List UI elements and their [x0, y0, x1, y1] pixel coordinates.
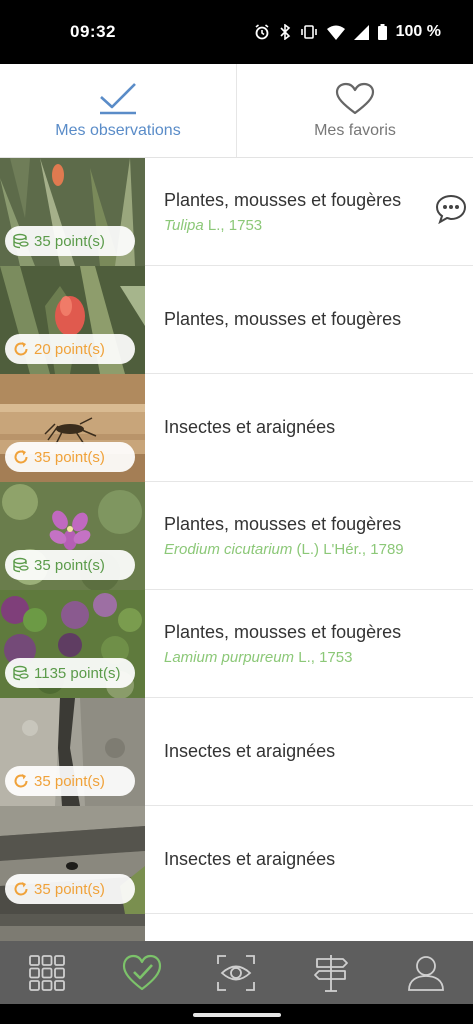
observation-species: Erodium cicutarium (L.) L'Hér., 1789 — [164, 541, 473, 558]
points-value: 35 point(s) — [34, 448, 105, 466]
list-item[interactable]: 35 point(s) Plantes, mousses et fougères… — [0, 158, 473, 266]
observation-group: Insectes et araignées — [164, 417, 336, 437]
observation-photo: 35 point(s) — [0, 806, 145, 914]
refresh-icon — [14, 774, 28, 788]
tab-my-observations[interactable]: Mes observations — [0, 64, 236, 157]
heart-icon — [335, 82, 375, 114]
observation-list[interactable]: 35 point(s) Plantes, mousses et fougères… — [0, 158, 473, 941]
species-name: Lamium purpureum — [164, 648, 295, 666]
observation-group: Plantes, mousses et fougères — [164, 309, 402, 329]
points-badge: 35 point(s) — [5, 226, 135, 256]
list-item[interactable]: 35 point(s) Insectes et araignées — [0, 698, 473, 806]
refresh-icon — [14, 342, 28, 356]
points-badge: 35 point(s) — [5, 766, 135, 796]
signpost-icon — [314, 954, 348, 992]
battery-icon — [377, 24, 387, 40]
points-value: 1135 point(s) — [34, 664, 121, 682]
points-badge: 1135 point(s) — [5, 658, 135, 688]
observation-group: Plantes, mousses et fougères — [164, 621, 402, 642]
species-author: L., 1753 — [203, 216, 263, 234]
alarm-icon — [255, 24, 269, 40]
points-value: 35 point(s) — [34, 232, 105, 250]
list-item[interactable] — [0, 914, 473, 941]
points-value: 35 point(s) — [34, 772, 105, 790]
checkmark-icon — [100, 82, 136, 114]
points-value: 35 point(s) — [34, 880, 105, 898]
heart-check-icon — [122, 954, 161, 990]
points-value: 35 point(s) — [34, 556, 105, 574]
observation-info — [145, 914, 473, 941]
species-author: (L.) L'Hér., 1789 — [292, 540, 404, 558]
points-value: 20 point(s) — [34, 340, 105, 358]
status-bar: 09:32 100 % — [0, 0, 473, 64]
refresh-icon — [14, 882, 28, 896]
tab-label: Mes observations — [55, 121, 181, 139]
coins-icon — [13, 665, 29, 681]
nav-grid[interactable] — [17, 943, 77, 1003]
bluetooth-icon — [280, 24, 290, 40]
tab-my-favorites[interactable]: Mes favoris — [236, 64, 473, 157]
grid-icon — [29, 954, 66, 991]
list-item[interactable]: 20 point(s) Plantes, mousses et fougères — [0, 266, 473, 374]
status-icons: 100 % — [254, 23, 441, 41]
observation-info: Plantes, mousses et fougères Tulipa L., … — [145, 158, 473, 265]
list-item[interactable]: 35 point(s) Plantes, mousses et fougères… — [0, 482, 473, 590]
points-badge: 35 point(s) — [5, 442, 135, 472]
observation-photo: 1135 point(s) — [0, 590, 145, 698]
wifi-icon — [326, 25, 345, 40]
observation-info: Plantes, mousses et fougères — [145, 266, 473, 373]
vibrate-icon — [300, 25, 317, 39]
observation-group: Plantes, mousses et fougères — [164, 189, 402, 210]
observation-species: Lamium purpureum L., 1753 — [164, 649, 473, 666]
observation-info: Plantes, mousses et fougères Lamium purp… — [145, 590, 473, 697]
status-time: 09:32 — [70, 22, 116, 41]
tab-label: Mes favoris — [314, 121, 396, 139]
coins-icon — [13, 233, 29, 249]
list-item[interactable]: 35 point(s) Insectes et araignées — [0, 374, 473, 482]
nav-profile[interactable] — [396, 943, 456, 1003]
observation-photo: 35 point(s) — [0, 482, 145, 590]
home-indicator[interactable] — [193, 1013, 281, 1017]
comment-icon[interactable] — [435, 194, 467, 224]
nav-guide[interactable] — [301, 943, 361, 1003]
observation-group: Plantes, mousses et fougères — [164, 513, 402, 534]
observation-info: Insectes et araignées — [145, 698, 473, 805]
observation-group: Insectes et araignées — [164, 741, 336, 761]
points-badge: 35 point(s) — [5, 550, 135, 580]
observation-info: Insectes et araignées — [145, 806, 473, 913]
refresh-icon — [14, 450, 28, 464]
observation-species: Tulipa L., 1753 — [164, 217, 473, 234]
species-name: Erodium cicutarium — [164, 540, 293, 558]
species-author: L., 1753 — [294, 648, 353, 666]
observation-info: Insectes et araignées — [145, 374, 473, 481]
observation-photo: 20 point(s) — [0, 266, 145, 374]
observation-photo: 35 point(s) — [0, 698, 145, 806]
eye-scan-icon — [217, 954, 256, 991]
nav-observations[interactable] — [112, 943, 172, 1003]
species-name: Tulipa — [164, 216, 204, 234]
bottom-navigation — [0, 941, 473, 1004]
signal-icon — [353, 24, 369, 40]
observation-tabs: Mes observations Mes favoris — [0, 64, 473, 158]
observation-group: Insectes et araignées — [164, 849, 336, 869]
list-item[interactable]: 35 point(s) Insectes et araignées — [0, 806, 473, 914]
battery-percentage: 100 % — [395, 23, 441, 40]
observation-photo: 35 point(s) — [0, 374, 145, 482]
observation-photo — [0, 914, 145, 941]
observation-photo: 35 point(s) — [0, 158, 145, 266]
gesture-bar — [0, 1004, 473, 1024]
coins-icon — [13, 557, 29, 573]
list-item[interactable]: 1135 point(s) Plantes, mousses et fougèr… — [0, 590, 473, 698]
user-icon — [407, 955, 444, 991]
points-badge: 20 point(s) — [5, 334, 135, 364]
observation-info: Plantes, mousses et fougères Erodium cic… — [145, 482, 473, 589]
points-badge: 35 point(s) — [5, 874, 135, 904]
nav-scan[interactable] — [206, 943, 266, 1003]
